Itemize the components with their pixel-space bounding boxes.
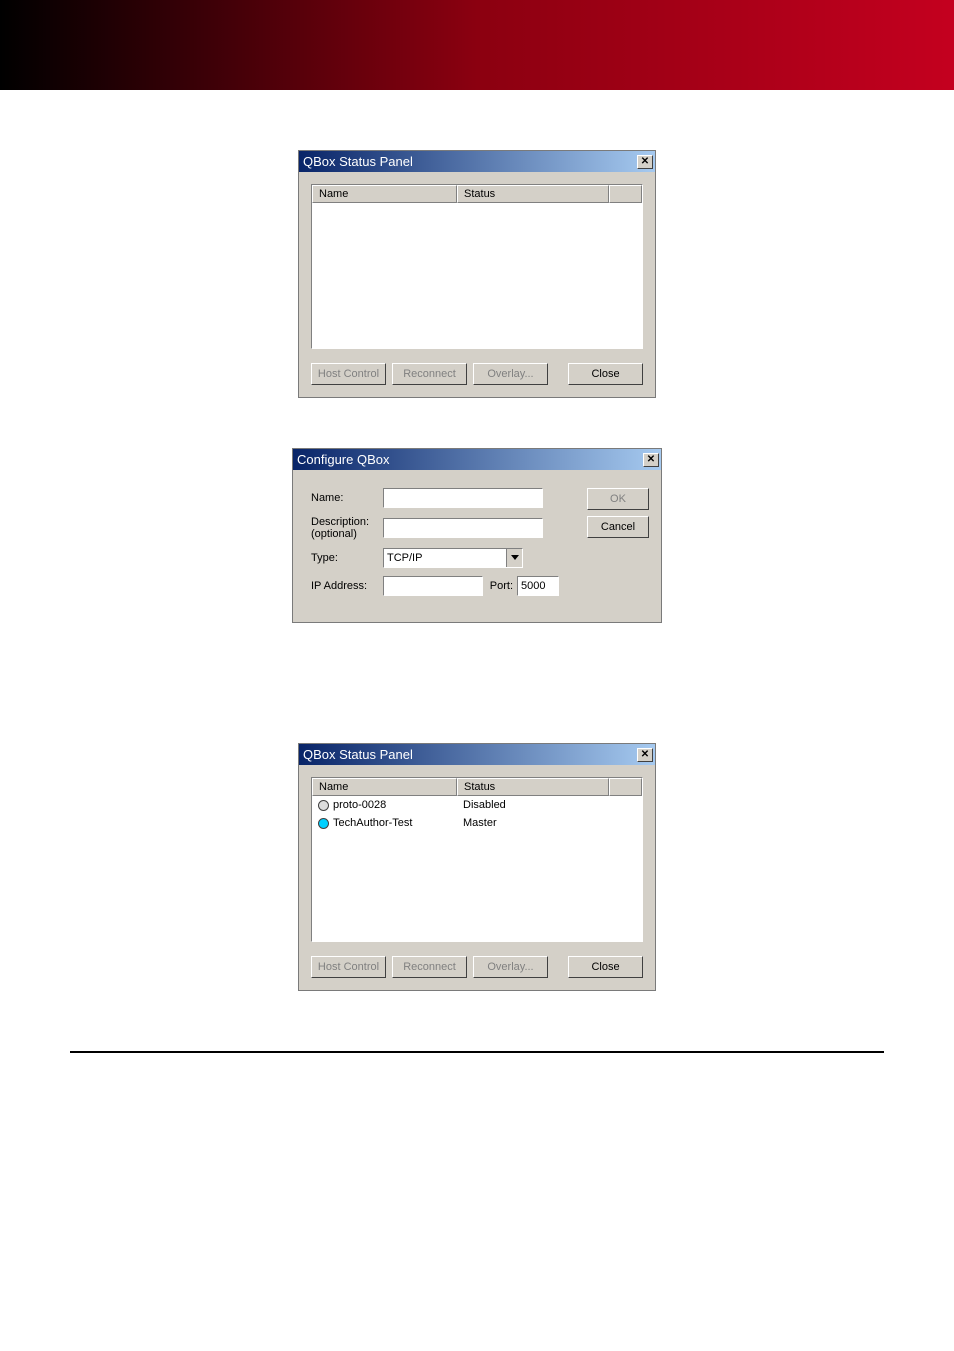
ok-button: OK [587,488,649,510]
titlebar: QBox Status Panel ✕ [299,744,655,765]
description-label: Description: (optional) [311,516,383,540]
overlay-button: Overlay... [473,363,548,385]
window-title: QBox Status Panel [303,747,413,762]
close-icon[interactable]: ✕ [637,155,653,169]
name-label: Name: [311,492,383,504]
qbox-status: Master [457,815,503,831]
port-label: Port: [483,580,517,592]
port-field[interactable] [517,576,559,596]
column-name[interactable]: Name [312,185,457,203]
qbox-status-panel-populated: QBox Status Panel ✕ Name Status proto- [298,743,656,991]
close-icon[interactable]: ✕ [637,748,653,762]
window-title: Configure QBox [297,452,390,467]
header-banner [0,0,954,90]
list-item[interactable]: proto-0028 Disabled [312,796,642,814]
host-control-button: Host Control [311,956,386,978]
column-status[interactable]: Status [457,778,609,796]
configure-qbox-dialog: Configure QBox ✕ Name: Description: (opt… [292,448,662,623]
page-content: QBox Status Panel ✕ Name Status Host Con… [0,90,954,1021]
list-item[interactable]: TechAuthor-Test Master [312,814,642,832]
overlay-button: Overlay... [473,956,548,978]
reconnect-button: Reconnect [392,363,467,385]
status-list[interactable]: Name Status [311,184,643,349]
host-control-button: Host Control [311,363,386,385]
qbox-status: Disabled [457,797,512,813]
description-field[interactable] [383,518,543,538]
type-select[interactable]: TCP/IP [383,548,523,568]
close-button[interactable]: Close [568,363,643,385]
column-name[interactable]: Name [312,778,457,796]
close-icon[interactable]: ✕ [643,453,659,467]
chevron-down-icon[interactable] [506,549,522,567]
cancel-button[interactable]: Cancel [587,516,649,538]
column-status[interactable]: Status [457,185,609,203]
footer-divider [70,1051,884,1053]
window-title: QBox Status Panel [303,154,413,169]
reconnect-button: Reconnect [392,956,467,978]
status-indicator-icon [318,800,329,811]
ip-label: IP Address: [311,580,383,592]
status-indicator-icon [318,818,329,829]
name-field[interactable] [383,488,543,508]
status-list[interactable]: Name Status proto-0028 Disabled [311,777,643,942]
qbox-name: proto-0028 [333,798,386,812]
qbox-name: TechAuthor-Test [333,816,412,830]
ip-field[interactable] [383,576,483,596]
close-button[interactable]: Close [568,956,643,978]
type-label: Type: [311,552,383,564]
column-blank [609,185,642,203]
type-value: TCP/IP [387,552,422,564]
titlebar: QBox Status Panel ✕ [299,151,655,172]
column-blank [609,778,642,796]
qbox-status-panel-empty: QBox Status Panel ✕ Name Status Host Con… [298,150,656,398]
titlebar: Configure QBox ✕ [293,449,661,470]
